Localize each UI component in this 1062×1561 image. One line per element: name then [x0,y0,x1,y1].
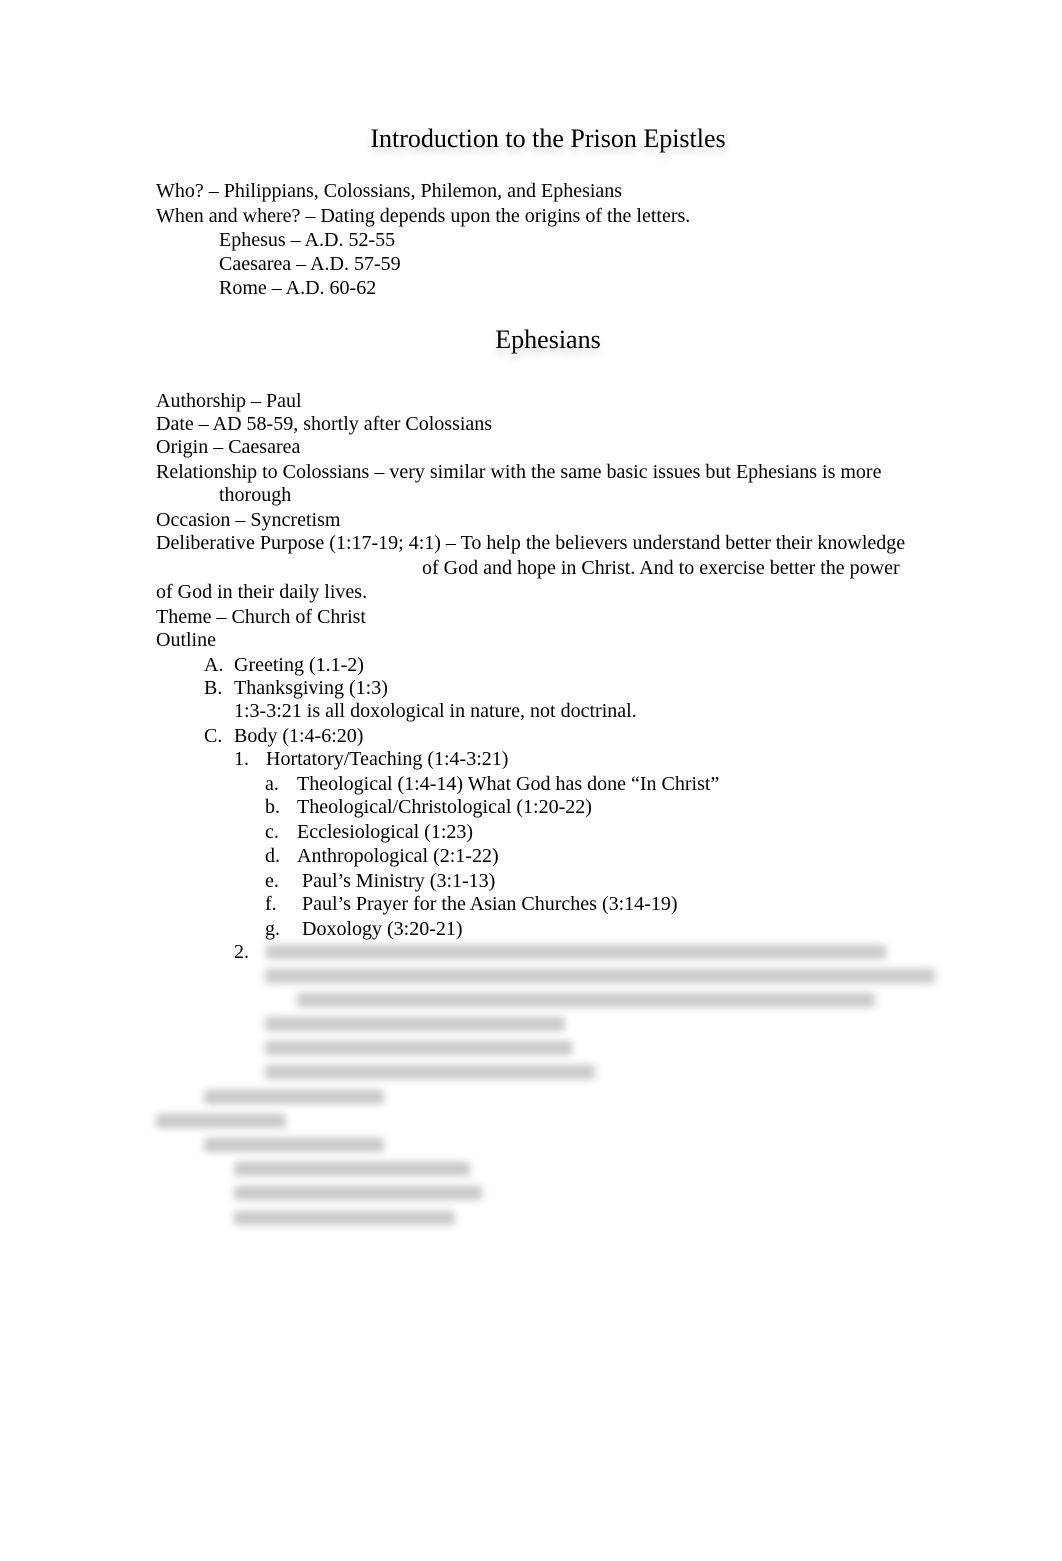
occasion: Occasion – Syncretism [156,509,341,531]
sub-f: Paul’s Prayer for the Asian Churches (3:… [302,893,678,915]
outline-c1: Hortatory/Teaching (1:4-3:21) [266,748,509,770]
sub-d-label: d. [265,845,280,867]
outline-a: Greeting (1.1-2) [234,654,364,676]
outline-a-label: A. [204,654,224,676]
sub-a-label: a. [265,773,279,795]
purpose-cont: of God and hope in Christ. And to exerci… [422,557,900,579]
outline-c: Body (1:4-6:20) [234,725,364,747]
outline-c2-label: 2. [234,941,249,963]
sub-c: Ecclesiological (1:23) [297,821,474,843]
sub-b-label: b. [265,796,280,818]
sub-g: Doxology (3:20-21) [302,918,463,940]
relationship-cont: thorough [219,484,292,506]
outline-b-note: 1:3-3:21 is all doxological in nature, n… [234,700,637,722]
sub-e: Paul’s Ministry (3:1-13) [302,870,496,892]
who-line: Who? – Philippians, Colossians, Philemon… [156,180,623,202]
sub-e-label: e. [265,870,279,892]
relationship: Relationship to Colossians – very simila… [156,461,882,483]
outline-b-label: B. [204,677,223,699]
outline-heading: Outline [156,629,216,651]
sub-b: Theological/Christological (1:20-22) [297,796,592,818]
place-caesarea: Caesarea – A.D. 57-59 [219,253,401,275]
place-ephesus: Ephesus – A.D. 52-55 [219,229,396,251]
sub-a: Theological (1:4-14) What God has done “… [297,773,720,795]
section-heading: Ephesians [495,325,601,354]
purpose: Deliberative Purpose (1:17-19; 4:1) – To… [156,532,906,554]
sub-f-label: f. [265,893,277,915]
place-rome: Rome – A.D. 60-62 [219,277,377,299]
theme: Theme – Church of Christ [156,606,366,628]
outline-c-label: C. [204,725,223,747]
page-title: Introduction to the Prison Epistles [370,124,726,153]
sub-g-label: g. [265,918,280,940]
outline-c1-label: 1. [234,748,249,770]
when-line: When and where? – Dating depends upon th… [156,205,691,227]
sub-d: Anthropological (2:1-22) [297,845,499,867]
date: Date – AD 58-59, shortly after Colossian… [156,413,493,435]
outline-b: Thanksgiving (1:3) [234,677,388,699]
authorship: Authorship – Paul [156,390,302,412]
purpose-cont-2: of God in their daily lives. [156,581,368,603]
origin: Origin – Caesarea [156,436,301,458]
sub-c-label: c. [265,821,279,843]
